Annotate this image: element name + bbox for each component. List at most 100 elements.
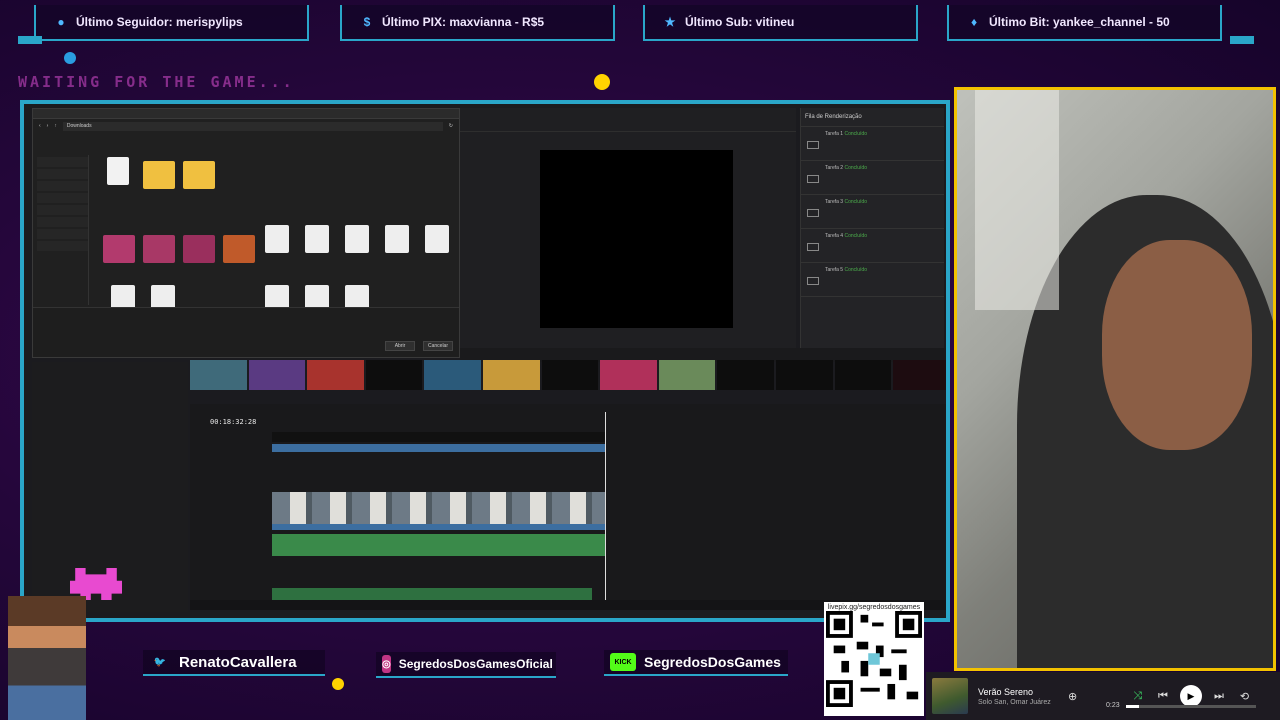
repeat-icon[interactable]: ⟲ <box>1240 690 1249 703</box>
video-thumbnail[interactable] <box>223 235 255 263</box>
alert-pix-label: Último PIX: maxvianna - R$5 <box>382 15 545 29</box>
clip-thumbnail[interactable] <box>658 360 716 390</box>
render-job[interactable]: Tarefa 3 Concluído <box>801 195 944 229</box>
instagram-label: SegredosDosGamesOficial <box>398 657 553 671</box>
progress-fill <box>1126 705 1139 708</box>
add-icon[interactable]: ⊕ <box>1068 690 1077 703</box>
sidebar-item[interactable] <box>37 169 88 179</box>
job-status: Concluído <box>844 267 867 273</box>
video-file-icon[interactable] <box>385 225 409 253</box>
folder-path[interactable]: Downloads <box>62 121 443 131</box>
album-art <box>932 678 968 714</box>
sidebar-item[interactable] <box>37 157 88 167</box>
back-icon[interactable]: ‹ <box>39 123 41 129</box>
next-icon[interactable]: ⏭ <box>1214 690 1224 703</box>
job-name: Tarefa 2 <box>825 165 844 171</box>
waiting-banner: WAITING FOR THE GAME... <box>18 73 295 91</box>
clip-thumbnail[interactable] <box>717 360 775 390</box>
instagram-handle[interactable]: ◎ SegredosDosGamesOficial <box>376 652 556 678</box>
elapsed-time: 0:23 <box>1106 702 1120 709</box>
sidebar-item[interactable] <box>37 241 88 251</box>
clip-thumbnail[interactable] <box>424 360 482 390</box>
kick-handle[interactable]: KICK SegredosDosGames <box>604 650 788 676</box>
dollar-icon: $ <box>363 15 371 29</box>
job-name: Tarefa 4 <box>825 233 844 239</box>
alert-bit: ♦ Último Bit: yankee_channel - 50 <box>947 5 1222 41</box>
sidebar-item[interactable] <box>37 181 88 191</box>
video-clip-label <box>272 524 605 530</box>
clip-thumbnail[interactable] <box>541 360 599 390</box>
diamond-icon: ♦ <box>970 15 978 29</box>
job-status: Concluído <box>844 165 867 171</box>
sidebar-item[interactable] <box>37 229 88 239</box>
cancel-button[interactable]: Cancelar <box>423 341 453 351</box>
previous-icon[interactable]: ⏮ <box>1158 690 1168 703</box>
clip-thumbnail[interactable] <box>776 360 833 390</box>
clip-thumbnail[interactable] <box>307 360 364 390</box>
timeline-timecode: 00:18:32:28 <box>210 418 257 426</box>
sidebar-item[interactable] <box>37 193 88 203</box>
media-pool-strip <box>190 360 946 398</box>
audio-clip[interactable] <box>272 534 605 556</box>
title-clip[interactable] <box>272 444 605 452</box>
preview-viewer <box>460 108 796 348</box>
video-clip[interactable] <box>272 492 605 524</box>
folder-icon[interactable] <box>183 161 215 189</box>
twitter-icon: 🐦 <box>153 656 167 668</box>
alert-bit-label: Último Bit: yankee_channel - 50 <box>989 15 1170 29</box>
render-queue-title: Fila de Renderização <box>801 108 944 127</box>
clip-thumbnail[interactable] <box>600 360 657 390</box>
video-file-icon[interactable] <box>345 225 369 253</box>
qr-code-card[interactable]: livepix.gg/segredosdosgames <box>824 602 924 716</box>
playhead[interactable] <box>605 412 606 606</box>
sidebar-item[interactable] <box>37 217 88 227</box>
dialog-footer: Abrir Cancelar <box>33 307 459 357</box>
song-info: Verão Sereno Solo San, Omar Juárez <box>978 687 1062 706</box>
clip-thumbnail[interactable] <box>483 360 540 390</box>
preview-canvas <box>540 150 733 328</box>
file-icon[interactable] <box>107 157 129 185</box>
clip-thumbnail[interactable] <box>365 360 423 390</box>
twitter-handle[interactable]: 🐦 RenatoCavallera <box>143 650 325 676</box>
file-grid <box>97 149 453 313</box>
video-thumbnail[interactable] <box>103 235 135 263</box>
alert-follower-label: Último Seguidor: merispylips <box>76 15 243 29</box>
alert-pix: $ Último PIX: maxvianna - R$5 <box>340 5 615 41</box>
play-button[interactable]: ▶ <box>1179 685 1202 707</box>
kick-label: SegredosDosGames <box>644 654 781 670</box>
open-button[interactable]: Abrir <box>385 341 415 351</box>
clip-thumbnail[interactable] <box>893 360 946 390</box>
clip-thumbnail[interactable] <box>248 360 306 390</box>
progress-bar[interactable] <box>1126 705 1256 708</box>
render-job[interactable]: Tarefa 2 Concluído <box>801 161 944 195</box>
video-thumbnail[interactable] <box>183 235 215 263</box>
sidebar-item[interactable] <box>37 205 88 215</box>
shuffle-icon[interactable]: ⤨ <box>1133 690 1142 703</box>
render-queue-panel: Fila de Renderização Tarefa 1 Concluído … <box>800 108 944 348</box>
alert-sub: ★ Último Sub: vitineu <box>643 5 918 41</box>
clip-thumbnail[interactable] <box>190 360 247 390</box>
star-icon: ★ <box>664 15 676 29</box>
up-icon[interactable]: ↑ <box>54 123 57 129</box>
job-name: Tarefa 5 <box>825 267 844 273</box>
corner-decoration <box>18 36 42 44</box>
decor-dot <box>594 74 610 90</box>
render-job[interactable]: Tarefa 4 Concluído <box>801 229 944 263</box>
render-job[interactable]: Tarefa 1 Concluído <box>801 127 944 161</box>
viewer-header <box>460 108 796 132</box>
timeline-ruler[interactable] <box>272 432 605 442</box>
job-status: Concluído <box>844 131 867 137</box>
alert-sub-label: Último Sub: vitineu <box>685 15 795 29</box>
job-thumbnail <box>807 175 819 183</box>
video-file-icon[interactable] <box>305 225 329 253</box>
refresh-icon[interactable]: ↻ <box>449 123 453 129</box>
video-file-icon[interactable] <box>425 225 449 253</box>
kick-icon: KICK <box>610 653 636 671</box>
forward-icon[interactable]: › <box>47 123 49 129</box>
render-job[interactable]: Tarefa 5 Concluído <box>801 263 944 297</box>
folder-icon[interactable] <box>143 161 175 189</box>
clip-thumbnail[interactable] <box>834 360 892 390</box>
video-file-icon[interactable] <box>265 225 289 253</box>
timeline: 00:18:32:28 <box>190 404 946 610</box>
video-thumbnail[interactable] <box>143 235 175 263</box>
